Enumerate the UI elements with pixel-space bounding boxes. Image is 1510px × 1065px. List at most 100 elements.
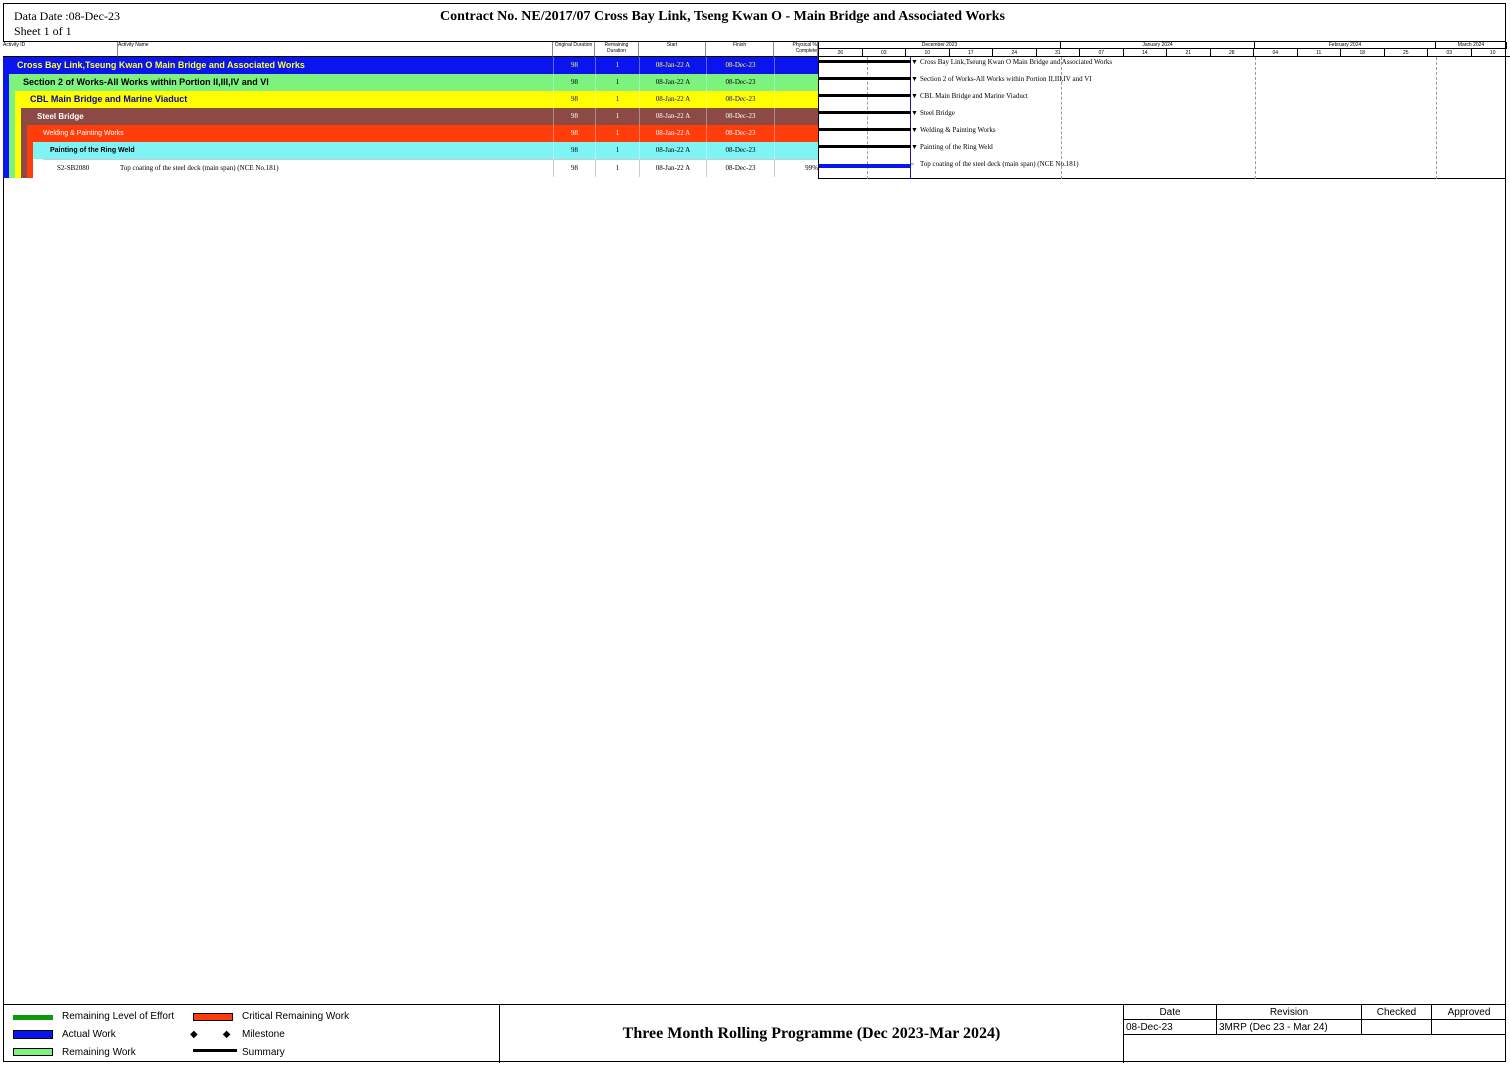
timeline-week: 03 bbox=[1428, 49, 1472, 57]
summary-bar[interactable] bbox=[819, 94, 911, 97]
cell-rem: 1 bbox=[595, 142, 639, 159]
activity-name: Painting of the Ring Weld bbox=[50, 147, 135, 154]
col-physical-complete: Physical % Complete bbox=[774, 42, 818, 57]
table-row[interactable]: Cross Bay Link,Tseung Kwan O Main Bridge… bbox=[3, 57, 818, 74]
summary-bar[interactable] bbox=[819, 128, 911, 131]
timeline-month: February 2024 bbox=[1255, 42, 1436, 49]
legend-level-of-effort: Remaining Level of Effort bbox=[62, 1011, 175, 1022]
gantt-bar-label: Welding & Painting Works bbox=[920, 126, 996, 134]
summary-bar[interactable] bbox=[819, 60, 911, 63]
summary-end-icon: ▼ bbox=[911, 126, 918, 134]
rev-revision: 3MRP (Dec 23 - Mar 24) bbox=[1217, 1020, 1362, 1035]
timeline-week: 28 bbox=[1210, 49, 1254, 57]
cell-finish: 08-Dec-23 bbox=[706, 74, 774, 91]
timeline-month: March 2024 bbox=[1436, 42, 1507, 49]
timeline-week: 25 bbox=[1384, 49, 1428, 57]
activity-id: S2-SB2080 bbox=[57, 164, 90, 172]
col-start: Start bbox=[639, 42, 706, 57]
activity-name: Welding & Painting Works bbox=[43, 130, 124, 137]
col-activity-name: Activity Name bbox=[118, 42, 553, 57]
summary-end-icon: ▼ bbox=[911, 92, 918, 100]
rev-header-revision: Revision bbox=[1217, 1005, 1362, 1020]
cell-orig: 98 bbox=[553, 57, 595, 74]
table-row[interactable]: CBL Main Bridge and Marine Viaduct 98 1 08-… bbox=[15, 91, 818, 108]
activity-name: Steel Bridge bbox=[37, 112, 84, 121]
cell-start: 08-Jan-22 A bbox=[639, 125, 706, 142]
programme-title: Three Month Rolling Programme (Dec 2023-… bbox=[500, 1005, 1124, 1063]
cell-start: 08-Jan-22 A bbox=[639, 91, 706, 108]
gantt-bar-label: Steel Bridge bbox=[920, 109, 955, 117]
cell-pct bbox=[774, 57, 818, 74]
summary-bar[interactable] bbox=[819, 145, 911, 148]
gantt-gridline bbox=[867, 57, 868, 179]
timeline-week: 03 bbox=[862, 49, 906, 57]
timeline-month: January 2024 bbox=[1061, 42, 1255, 49]
legend-swatch-remaining-work bbox=[13, 1048, 53, 1056]
timeline-week: 26 bbox=[819, 49, 863, 57]
summary-bar[interactable] bbox=[819, 111, 911, 114]
activity-name: CBL Main Bridge and Marine Viaduct bbox=[30, 94, 188, 104]
cell-finish: 08-Dec-23 bbox=[706, 91, 774, 108]
rev-approved bbox=[1432, 1020, 1506, 1035]
cell-rem: 1 bbox=[595, 74, 639, 91]
legend-swatch-level-of-effort bbox=[13, 1015, 53, 1020]
timeline-week: 31 bbox=[1036, 49, 1080, 57]
cell-rem: 1 bbox=[595, 108, 639, 125]
table-row[interactable]: Painting of the Ring Weld 98 1 08-Jan-22 A0… bbox=[33, 142, 818, 159]
timeline-week: 24 bbox=[993, 49, 1037, 57]
cell-finish: 08-Dec-23 bbox=[706, 142, 774, 159]
gantt-bar-label: Painting of the Ring Weld bbox=[920, 143, 993, 151]
legend-milestone: Milestone bbox=[242, 1029, 285, 1040]
header-info: Data Date :08-Dec-23 Sheet 1 of 1 bbox=[14, 9, 120, 39]
gantt-bar-label: Section 2 of Works-All Works within Port… bbox=[920, 75, 1092, 83]
legend-swatch-critical bbox=[193, 1013, 233, 1021]
data-date: Data Date :08-Dec-23 bbox=[14, 9, 120, 23]
revision-table: Date Revision Checked Approved 08-Dec-23… bbox=[1124, 1005, 1506, 1063]
rev-date: 08-Dec-23 bbox=[1124, 1020, 1217, 1035]
legend-critical-remaining: Critical Remaining Work bbox=[242, 1011, 350, 1022]
cell-pct: 99% bbox=[774, 160, 818, 177]
timeline-week: 18 bbox=[1341, 49, 1385, 57]
cell-start: 08-Jan-22 A bbox=[639, 57, 706, 74]
table-row[interactable]: Section 2 of Works-All Works within Port… bbox=[9, 74, 818, 91]
gantt-bar-label: CBL Main Bridge and Marine Viaduct bbox=[920, 92, 1028, 100]
summary-end-icon: ▼ bbox=[911, 75, 918, 83]
timeline-week: 10 bbox=[1471, 49, 1510, 57]
summary-end-icon: ▼ bbox=[911, 109, 918, 117]
timeline-week: 10 bbox=[906, 49, 950, 57]
timeline-week: 17 bbox=[949, 49, 993, 57]
activity-name: Top coating of the steel deck (main span… bbox=[120, 164, 279, 172]
cell-pct bbox=[774, 142, 818, 159]
timeline-month: December 2023 bbox=[819, 42, 1061, 49]
summary-bar[interactable] bbox=[819, 77, 911, 80]
cell-finish: 08-Dec-23 bbox=[706, 160, 774, 177]
cell-rem: 1 bbox=[595, 160, 639, 177]
gantt-gridline bbox=[1436, 57, 1437, 179]
cell-finish: 08-Dec-23 bbox=[706, 125, 774, 142]
wbs-indent-stripe bbox=[27, 142, 33, 178]
sheet-number: Sheet 1 of 1 bbox=[14, 24, 72, 38]
cell-start: 08-Jan-22 A bbox=[639, 74, 706, 91]
cell-orig: 98 bbox=[553, 125, 595, 142]
gantt-chart: December 2023 January 2024 February 2024 Ma… bbox=[818, 42, 1510, 179]
timeline-week: 14 bbox=[1123, 49, 1167, 57]
rev-checked bbox=[1362, 1020, 1432, 1035]
actual-work-bar[interactable] bbox=[819, 164, 911, 168]
col-finish: Finish bbox=[706, 42, 774, 57]
legend-summary: Summary bbox=[242, 1047, 285, 1058]
table-row[interactable]: Welding & Painting Works 98 1 08-Jan-22 A 08… bbox=[27, 125, 818, 142]
footer: Remaining Level of Effort Actual Work Re… bbox=[3, 1004, 1506, 1063]
cell-pct bbox=[774, 108, 818, 125]
cell-orig: 98 bbox=[553, 74, 595, 91]
rev-header-date: Date bbox=[1124, 1005, 1217, 1020]
table-row[interactable]: Steel Bridge 98 1 08-Jan-22 A 08-Dec-23 bbox=[21, 108, 818, 125]
table-row[interactable]: S2-SB2080 Top coating of the steel deck (… bbox=[43, 159, 818, 177]
activity-name: Section 2 of Works-All Works within Port… bbox=[23, 77, 269, 87]
cell-start: 08-Jan-22 A bbox=[639, 160, 706, 177]
cell-rem: 1 bbox=[595, 125, 639, 142]
cell-orig: 98 bbox=[553, 91, 595, 108]
finish-marker-icon: ▫ bbox=[911, 160, 914, 168]
gantt-bar-label: Cross Bay Link,Tseung Kwan O Main Bridge… bbox=[920, 58, 1113, 66]
cell-start: 08-Jan-22 A bbox=[639, 108, 706, 125]
legend-swatch-actual-work bbox=[13, 1030, 53, 1039]
